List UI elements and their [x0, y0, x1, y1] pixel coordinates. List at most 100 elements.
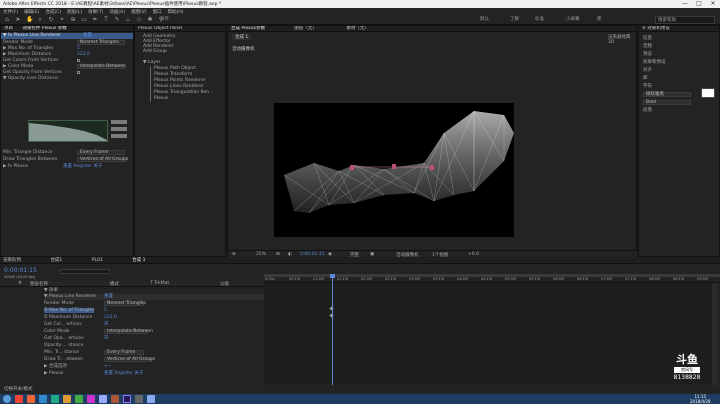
panel-info[interactable]: 信息 [643, 35, 719, 43]
workspace-standard[interactable]: 标准 [535, 16, 544, 22]
curve-preset-button[interactable] [111, 120, 127, 124]
eraser-tool-icon[interactable]: ◇ [136, 16, 142, 23]
panel-library[interactable]: 库 [643, 75, 719, 83]
timeline-timecode[interactable]: 0:00:01:15 [4, 267, 37, 274]
toggle-modes-button[interactable]: 切换开关/模式 [4, 386, 33, 392]
add-group[interactable]: Add Group [143, 49, 225, 54]
minimize-button[interactable]: — [678, 0, 692, 8]
camera-tool-icon[interactable]: ⌖ [59, 16, 65, 23]
tab-footage[interactable]: 素材（无） [346, 26, 369, 31]
workspace-learn[interactable]: 了解 [510, 16, 519, 22]
pan-behind-icon[interactable]: ⊕ [70, 16, 76, 23]
tab-render-queue[interactable]: 渲染队列 [3, 258, 21, 263]
zoom-tool-icon[interactable]: ⌕ [37, 16, 43, 23]
playhead[interactable] [332, 274, 333, 385]
color-mode-dropdown[interactable]: Interpolate Between [77, 64, 126, 69]
menu-view[interactable]: 视图(V) [131, 9, 147, 15]
tab-pl01[interactable]: PL01 [92, 258, 103, 263]
panel-audio[interactable]: 音频 [643, 43, 719, 51]
effect-row-plexus[interactable]: ▼ fx Plexus Line Renderer 重置 [1, 33, 133, 39]
brush-tool-icon[interactable]: ✎ [114, 16, 120, 23]
start-button-icon[interactable] [3, 395, 11, 403]
curve-preset-button[interactable] [111, 134, 127, 138]
menu-window[interactable]: 窗口 [153, 9, 162, 15]
tl-min-distance-dropdown[interactable]: Every Frame [104, 350, 144, 355]
tl-draw-between-dropdown[interactable]: Vertices of All Groups [104, 357, 155, 362]
app-icon[interactable] [111, 395, 119, 403]
min-distance-dropdown[interactable]: Every Frame [77, 150, 125, 155]
home-icon[interactable]: ⌂ [4, 16, 10, 23]
workspace-library[interactable]: 库 [597, 16, 602, 22]
rotate-tool-icon[interactable]: ↻ [48, 16, 54, 23]
folder-icon[interactable] [63, 395, 71, 403]
tab-layer[interactable]: 图层（无） [294, 26, 317, 31]
tl-max-triangles-value[interactable]: 5 [104, 308, 107, 314]
tree-plexus[interactable]: Plexus [154, 96, 225, 102]
maximize-button[interactable]: □ [692, 0, 706, 8]
tab-comp1[interactable]: 合成1 [50, 258, 62, 263]
app-icon[interactable] [147, 395, 155, 403]
panel-paragraph[interactable]: 段落 [643, 107, 719, 115]
tl-colors-toggle[interactable]: 开 [104, 322, 109, 328]
app-icon[interactable] [51, 395, 59, 403]
workspace-small[interactable]: 小屏幕 [566, 16, 580, 22]
font-style-dropdown[interactable]: Bold [643, 99, 691, 105]
system-clock[interactable]: 11:15 2018/4/28 [690, 394, 711, 404]
tl-plexus-links[interactable]: 重置 Register 关于 [104, 371, 143, 377]
curve-preset-button[interactable] [111, 127, 127, 131]
app-icon[interactable] [15, 395, 23, 403]
menu-animation[interactable]: 动画(A) [109, 9, 125, 15]
draw-between-dropdown[interactable]: Vertices of All Groups [77, 157, 128, 162]
tl-color-mode-dropdown[interactable]: Interpolate Between [104, 329, 153, 334]
tl-opacity-toggle[interactable]: 开 [104, 336, 109, 342]
menu-edit[interactable]: 编辑(E) [24, 9, 39, 15]
max-distance-value[interactable]: 222.0 [77, 52, 90, 58]
plexus-links[interactable]: 重置 Register 关于 [63, 164, 102, 170]
comp-subtab[interactable]: 合成 1 [232, 34, 252, 40]
text-tool-icon[interactable]: T [103, 16, 109, 23]
tab-composition[interactable]: 合成 Plexus参数 [231, 26, 265, 31]
search-help-input[interactable]: 搜索帮助 [655, 16, 715, 24]
workspace-default[interactable]: 默认 [480, 16, 489, 22]
rectangle-tool-icon[interactable]: ▭ [81, 16, 87, 23]
opacity-vertices-checkbox[interactable] [77, 71, 80, 74]
hand-tool-icon[interactable]: ✋ [26, 16, 33, 23]
colors-vertices-checkbox[interactable] [77, 59, 80, 62]
timeline-search-input[interactable] [60, 269, 110, 274]
close-button[interactable]: ✕ [706, 0, 720, 8]
menu-composition[interactable]: 合成(C) [45, 9, 61, 15]
tab-project[interactable]: 项目 [4, 26, 13, 31]
selection-tool-icon[interactable]: ➤ [15, 16, 21, 23]
playhead-handle[interactable] [330, 274, 335, 278]
tl-max-distance-value[interactable]: 222.0 [104, 315, 117, 321]
tl-row-plexus-line[interactable]: ▼ Plexus Line Renderer 重置 [44, 294, 264, 300]
menu-help[interactable]: 帮助(H) [168, 9, 184, 15]
panel-align[interactable]: 对齐 [643, 67, 719, 75]
pen-tool-icon[interactable]: ✒ [92, 16, 98, 23]
tl-reset-link[interactable]: 重置 [104, 294, 113, 300]
after-effects-icon[interactable] [123, 395, 131, 403]
font-family-dropdown[interactable]: 微软雅黑 [643, 92, 691, 97]
clone-tool-icon[interactable]: ⊥ [125, 16, 131, 23]
menu-file[interactable]: 文件(F) [3, 9, 18, 15]
puppet-tool-icon[interactable]: ✱ [147, 16, 153, 23]
opacity-curve-graph[interactable] [28, 120, 108, 142]
app-icon[interactable] [99, 395, 107, 403]
tab-comp-1[interactable]: 合成 1 [132, 258, 146, 263]
menu-layer[interactable]: 图层(L) [67, 9, 82, 15]
timeline-scrollbar[interactable] [712, 283, 718, 385]
app-icon[interactable] [75, 395, 83, 403]
panel-preview[interactable]: 预览 [643, 51, 719, 59]
tl-row-opacity-distance[interactable]: Opacity ... stance [44, 343, 83, 349]
composition-viewer[interactable] [274, 103, 514, 237]
render-mode-dropdown[interactable]: Nearest Triangles [77, 40, 125, 45]
app-icon[interactable] [27, 395, 35, 403]
app-icon[interactable] [87, 395, 95, 403]
tl-render-mode-dropdown[interactable]: Nearest Triangles [104, 301, 146, 306]
reset-link[interactable]: 重置 [83, 33, 92, 39]
app-icon[interactable] [39, 395, 47, 403]
fill-color-swatch[interactable] [701, 88, 715, 98]
panel-effects-presets[interactable]: 效果和预设 [643, 59, 719, 67]
snap-label[interactable]: 对齐 [160, 16, 169, 22]
tl-comp-options-links[interactable]: +− [104, 364, 112, 370]
